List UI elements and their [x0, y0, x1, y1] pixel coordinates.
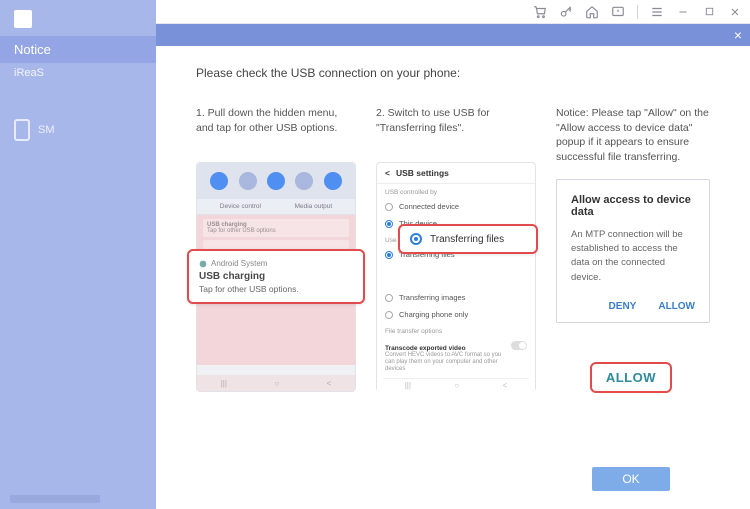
- back-arrow-icon: <: [385, 168, 390, 178]
- sound-toggle-icon: [239, 172, 257, 190]
- android-icon: [199, 260, 207, 268]
- brand-logo-icon: [14, 10, 32, 28]
- brand: [0, 6, 156, 36]
- maximize-icon[interactable]: [702, 5, 716, 19]
- key-icon[interactable]: [559, 5, 573, 19]
- feedback-icon[interactable]: [611, 5, 625, 19]
- brand-text: iReaS: [0, 63, 156, 83]
- sidebar-item-label: SM: [38, 124, 55, 136]
- step-1: 1. Pull down the hidden menu, and tap fo…: [196, 106, 350, 392]
- step-2-phone: < USB settings USB controlled by Connect…: [376, 162, 536, 392]
- sidebar-footer-bar: [10, 495, 100, 503]
- step-1-text: 1. Pull down the hidden menu, and tap fo…: [196, 106, 350, 150]
- page-title: Please check the USB connection on your …: [196, 66, 710, 80]
- section-file-transfer-options: File transfer options: [383, 323, 529, 337]
- step-3-callout: ALLOW: [590, 362, 672, 393]
- sidebar: Notice iReaS SM: [0, 0, 156, 509]
- usb-settings-header: < USB settings: [377, 163, 535, 184]
- notice-header: ×: [156, 24, 750, 46]
- callout-title: USB charging: [199, 271, 353, 282]
- transcode-title: Transcode exported video: [385, 341, 505, 352]
- quick-settings-row: [197, 163, 355, 199]
- close-icon[interactable]: [728, 5, 742, 19]
- step-3: Notice: Please tap "Allow" on the "Allow…: [556, 106, 710, 392]
- opt-transferring-images: Transferring images: [383, 289, 529, 306]
- menu-icon[interactable]: [650, 5, 664, 19]
- titlebar-separator: [637, 5, 638, 19]
- callout-sub: Tap for other USB options.: [199, 284, 353, 294]
- sidebar-item-sms[interactable]: SM: [0, 109, 156, 151]
- sidebar-tab-notice[interactable]: Notice: [0, 36, 156, 63]
- transcode-toggle: [511, 341, 527, 350]
- quick-settings-labels: Device control Media output: [197, 199, 355, 215]
- callout-system-label: Android System: [199, 259, 353, 268]
- location-toggle-icon: [324, 172, 342, 190]
- device-control-label: Device control: [220, 203, 261, 210]
- transcode-sub: Convert HEVC videos to AVC format so you…: [385, 352, 505, 374]
- android-nav-bar: ||| ○ <: [197, 375, 355, 391]
- bluetooth-toggle-icon: [267, 172, 285, 190]
- usb-settings-title: USB settings: [396, 168, 449, 178]
- phone-icon: [14, 119, 30, 141]
- step-1-phone: Device control Media output USB charging…: [196, 162, 356, 392]
- notice-content: Please check the USB connection on your …: [156, 46, 750, 509]
- callout-label: Transferring files: [430, 234, 504, 245]
- allow-access-dialog: Allow access to device data An MTP conne…: [556, 179, 710, 323]
- nav-home-icon: ○: [274, 379, 279, 388]
- android-nav-bar: ||| ○ <: [383, 378, 529, 392]
- radio-selected-icon: [410, 233, 422, 245]
- window-titlebar: [156, 0, 750, 24]
- opt-charging-only: Charging phone only: [383, 306, 529, 323]
- opt-transcode: Transcode exported video Convert HEVC vi…: [383, 337, 529, 378]
- rotate-toggle-icon: [295, 172, 313, 190]
- cart-icon[interactable]: [533, 5, 547, 19]
- dialog-allow-button: ALLOW: [658, 301, 695, 312]
- notif-sub: Tap for other USB options: [207, 228, 345, 234]
- step-2-callout: Transferring files: [398, 224, 538, 254]
- nav-back-icon: <: [503, 381, 508, 390]
- step-1-callout: Android System USB charging Tap for othe…: [187, 249, 365, 304]
- nav-back-icon: <: [327, 379, 332, 388]
- dialog-deny-button: DENY: [609, 301, 637, 312]
- dialog-body: An MTP connection will be established to…: [571, 228, 695, 285]
- step-2-text: 2. Switch to use USB for "Transferring f…: [376, 106, 530, 150]
- wifi-toggle-icon: [210, 172, 228, 190]
- opt-connected-device: Connected device: [383, 198, 529, 215]
- ok-button[interactable]: OK: [592, 467, 670, 491]
- media-output-label: Media output: [295, 203, 333, 210]
- nav-home-icon: ○: [454, 381, 459, 390]
- nav-recent-icon: |||: [405, 381, 411, 390]
- step-3-text: Notice: Please tap "Allow" on the "Allow…: [556, 106, 710, 165]
- notif-usb-charging: USB charging Tap for other USB options: [203, 219, 349, 237]
- nav-recent-icon: |||: [221, 379, 227, 388]
- notice-close-icon[interactable]: ×: [734, 27, 742, 43]
- step-2: 2. Switch to use USB for "Transferring f…: [376, 106, 530, 392]
- dialog-title: Allow access to device data: [571, 194, 695, 218]
- home-icon[interactable]: [585, 5, 599, 19]
- minimize-icon[interactable]: [676, 5, 690, 19]
- section-usb-controlled: USB controlled by: [383, 184, 529, 198]
